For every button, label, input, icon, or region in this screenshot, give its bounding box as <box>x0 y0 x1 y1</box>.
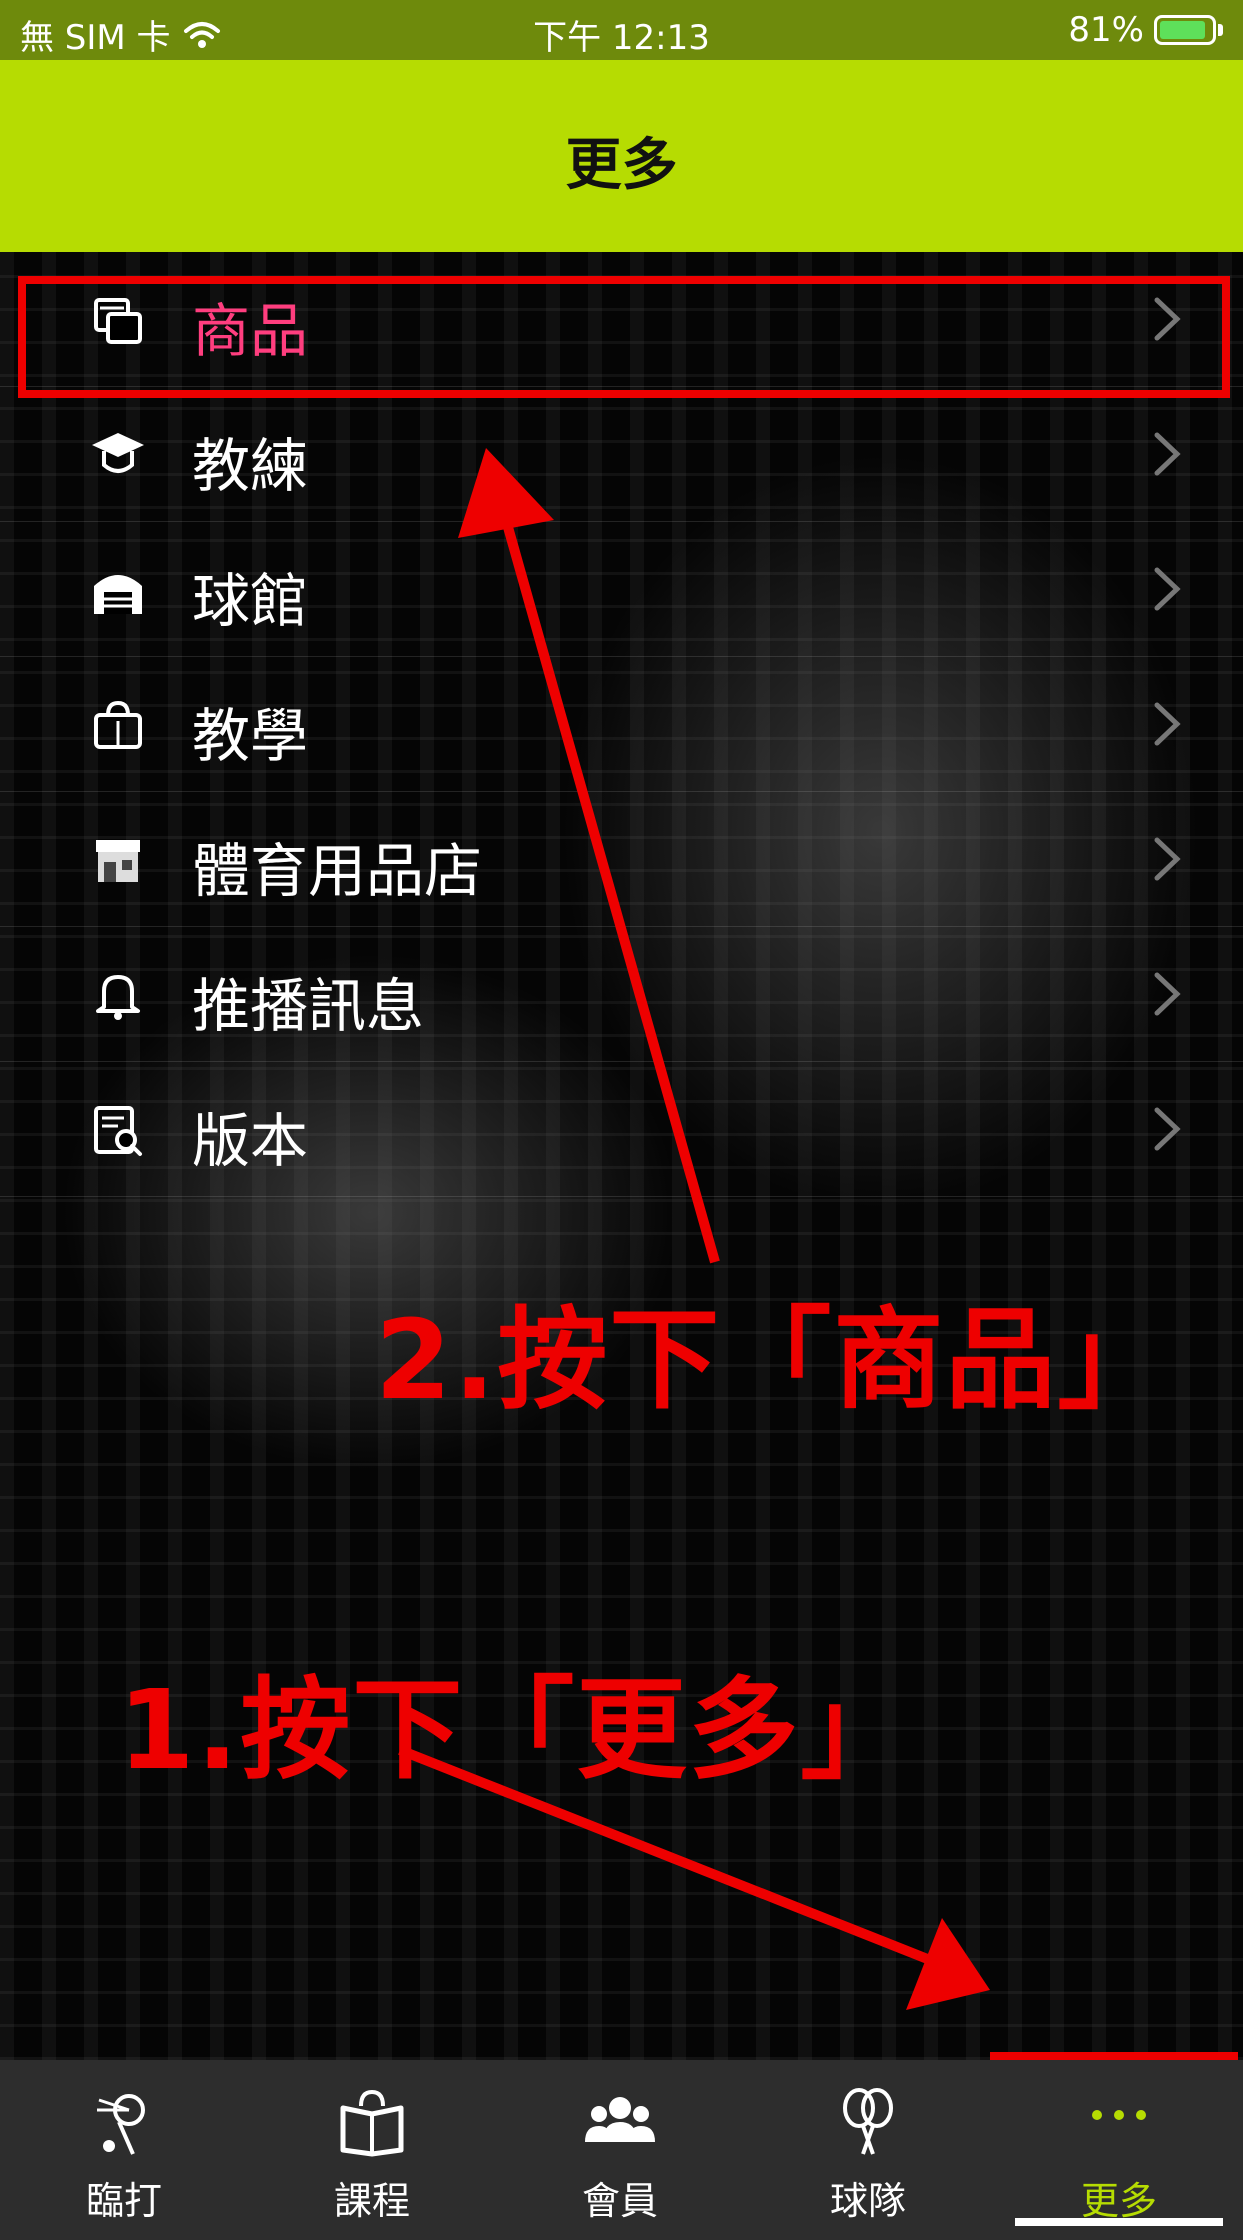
tab-label: 更多 <box>1080 2179 1157 2223</box>
tab-bar: 臨打 課程 會員 球隊 更多 <box>0 2060 1243 2240</box>
highlight-box-product <box>18 276 1230 398</box>
store-icon <box>96 840 140 882</box>
chevron-right-icon <box>1154 432 1181 476</box>
menu-item-label: 球館 <box>192 567 309 635</box>
tab-drop-in[interactable]: 臨打 <box>0 2060 248 2240</box>
bell-icon <box>96 975 140 1020</box>
tab-courses[interactable]: 課程 <box>248 2060 496 2240</box>
tab-label: 課程 <box>333 2179 410 2223</box>
more-dots-icon <box>1092 2110 1146 2120</box>
page-title: 更多 <box>565 133 678 198</box>
menu-item-label: 版本 <box>192 1107 309 1175</box>
menu-item-version[interactable]: 版本 <box>0 1062 1243 1197</box>
tab-label: 會員 <box>581 2179 658 2223</box>
battery-icon <box>1154 15 1216 45</box>
menu-item-store[interactable]: 體育用品店 <box>0 792 1243 927</box>
status-bar: 無 SIM 卡 下午 12:13 81% <box>0 0 1243 60</box>
active-tab-indicator <box>1015 2218 1223 2226</box>
chevron-right-icon <box>1154 972 1181 1016</box>
chevron-right-icon <box>1154 702 1181 746</box>
battery-percent: 81% <box>1068 10 1144 50</box>
shuttlecock-icon <box>97 2094 145 2155</box>
teaching-icon <box>94 700 142 749</box>
nav-header: 更多 <box>0 60 1243 252</box>
menu-item-teaching[interactable]: 教學 <box>0 657 1243 792</box>
tab-more[interactable]: 更多 <box>995 2060 1243 2240</box>
team-racket-icon <box>843 2088 893 2155</box>
menu-item-label: 體育用品店 <box>192 837 483 905</box>
menu-item-label: 教學 <box>192 702 309 770</box>
annotation-step-2: 2.按下「商品」 <box>375 1296 1170 1424</box>
menu-item-label: 推播訊息 <box>192 972 425 1040</box>
status-time: 下午 12:13 <box>533 18 710 58</box>
chevron-right-icon <box>1154 567 1181 611</box>
menu-item-coach[interactable]: 教練 <box>0 387 1243 522</box>
coach-icon <box>92 433 144 473</box>
venue-icon <box>94 575 142 614</box>
tab-members[interactable]: 會員 <box>496 2060 744 2240</box>
battery-status: 81% <box>1068 10 1223 50</box>
tab-label: 球隊 <box>829 2179 906 2223</box>
book-icon <box>340 2089 404 2157</box>
members-icon <box>585 2097 655 2142</box>
annotation-step-1: 1.按下「更多」 <box>118 1666 913 1794</box>
tab-team[interactable]: 球隊 <box>744 2060 992 2240</box>
chevron-right-icon <box>1154 837 1181 881</box>
chevron-right-icon <box>1154 1107 1181 1151</box>
menu-item-label: 教練 <box>192 432 309 500</box>
menu-item-notifications[interactable]: 推播訊息 <box>0 927 1243 1062</box>
version-icon <box>94 1106 142 1156</box>
menu-item-venue[interactable]: 球館 <box>0 522 1243 657</box>
tab-label: 臨打 <box>85 2179 162 2223</box>
